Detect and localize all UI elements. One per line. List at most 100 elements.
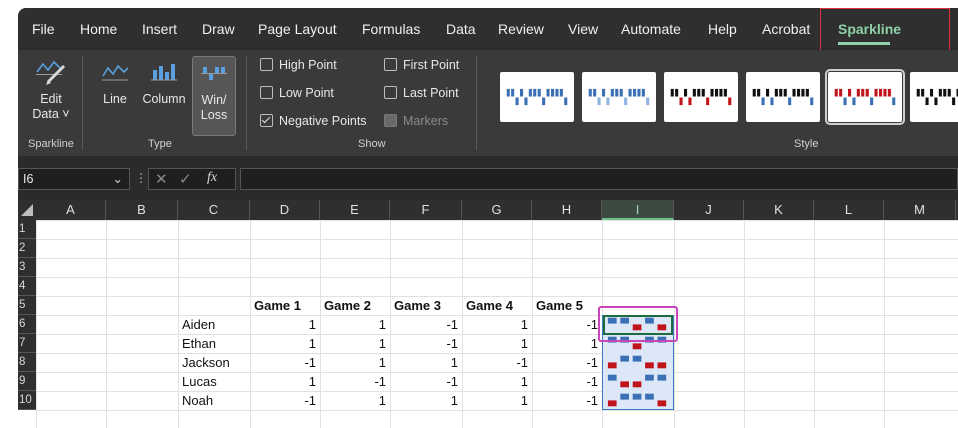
sparkline-loss-bar [810, 97, 814, 106]
column-header-j[interactable]: J [674, 200, 744, 220]
menu-view[interactable]: View [568, 21, 598, 37]
column-header-g[interactable]: G [462, 200, 532, 220]
name-box-value: I6 [23, 172, 34, 186]
sparkline-cell[interactable] [606, 374, 668, 391]
menu-data[interactable]: Data [446, 21, 476, 37]
row-header-7[interactable]: 7 [18, 334, 36, 353]
score-cell[interactable]: 1 [250, 315, 320, 334]
column-header-e[interactable]: E [320, 200, 390, 220]
column-header-c[interactable]: C [178, 200, 250, 220]
row-header-1[interactable]: 1 [18, 220, 36, 239]
score-cell[interactable]: 1 [250, 372, 320, 391]
menu-automate[interactable]: Automate [621, 21, 681, 37]
sparkline-style-tile[interactable] [500, 72, 574, 122]
menu-draw[interactable]: Draw [202, 21, 235, 37]
menu-review[interactable]: Review [498, 21, 544, 37]
row-header-2[interactable]: 2 [18, 239, 36, 258]
score-cell[interactable]: 1 [390, 391, 462, 410]
sparkline-style-tile[interactable] [582, 72, 656, 122]
score-cell[interactable]: -1 [532, 315, 602, 334]
menu-home[interactable]: Home [80, 21, 117, 37]
sparkline-style-tile[interactable] [746, 72, 820, 122]
score-cell[interactable]: -1 [532, 372, 602, 391]
score-cell[interactable]: -1 [250, 353, 320, 372]
sparkline-cell[interactable] [606, 355, 668, 372]
player-name-cell[interactable]: Noah [182, 391, 250, 410]
low-point-checkbox[interactable]: Low Point [260, 86, 334, 100]
menu-acrobat[interactable]: Acrobat [762, 21, 810, 37]
row-header-5[interactable]: 5 [18, 296, 36, 315]
menu-page-layout[interactable]: Page Layout [258, 21, 337, 37]
game-header-cell[interactable]: Game 3 [394, 296, 462, 315]
menu-file[interactable]: File [32, 21, 55, 37]
player-name-cell[interactable]: Jackson [182, 353, 250, 372]
chevron-down-icon[interactable]: ⌄ [113, 169, 123, 189]
score-cell[interactable]: 1 [462, 372, 532, 391]
game-header-cell[interactable]: Game 4 [466, 296, 532, 315]
spreadsheet-grid[interactable]: ABCDEFGHIJKLM 1 2 3 4 5 6 7 8 9 10 Game 1 Game 2 Gam… [18, 200, 958, 428]
sparkline-cell[interactable] [606, 393, 668, 410]
first-point-checkbox[interactable]: First Point [384, 58, 459, 72]
line-type-button[interactable]: Line [98, 58, 132, 107]
column-header-i[interactable]: I [602, 200, 674, 220]
confirm-icon[interactable]: ✓ [179, 170, 192, 188]
row-header-4[interactable]: 4 [18, 277, 36, 296]
score-cell[interactable]: 1 [320, 391, 390, 410]
select-all-icon[interactable] [20, 203, 34, 217]
high-point-checkbox[interactable]: High Point [260, 58, 337, 72]
score-cell[interactable]: 1 [320, 315, 390, 334]
row-header-9[interactable]: 9 [18, 372, 36, 391]
score-cell[interactable]: -1 [390, 315, 462, 334]
game-header-cell[interactable]: Game 5 [536, 296, 602, 315]
winloss-type-button[interactable]: Win/ Loss [192, 56, 236, 136]
negative-points-checkbox[interactable]: Negative Points [260, 114, 367, 128]
column-type-button[interactable]: Column [140, 58, 188, 107]
score-cell[interactable]: -1 [532, 353, 602, 372]
score-cell[interactable]: 1 [320, 353, 390, 372]
column-header-d[interactable]: D [250, 200, 320, 220]
row-header-8[interactable]: 8 [18, 353, 36, 372]
score-cell[interactable]: 1 [462, 391, 532, 410]
score-cell[interactable]: 1 [320, 334, 390, 353]
score-cell[interactable]: -1 [320, 372, 390, 391]
score-cell[interactable]: -1 [532, 391, 602, 410]
edit-data-button[interactable]: Edit Data ˅ [26, 58, 76, 122]
sparkline-style-tile[interactable] [910, 72, 958, 122]
sparkline-style-tile[interactable] [825, 69, 905, 125]
score-cell[interactable]: -1 [462, 353, 532, 372]
column-header-l[interactable]: L [814, 200, 884, 220]
player-name-cell[interactable]: Aiden [182, 315, 250, 334]
score-cell[interactable]: -1 [390, 334, 462, 353]
menu-help[interactable]: Help [708, 21, 737, 37]
name-box[interactable]: I6 ⌄ [18, 168, 130, 190]
player-name-cell[interactable]: Lucas [182, 372, 250, 391]
style-preview-icon [670, 88, 732, 106]
last-point-checkbox[interactable]: Last Point [384, 86, 459, 100]
player-name-cell[interactable]: Ethan [182, 334, 250, 353]
game-header-cell[interactable]: Game 1 [254, 296, 320, 315]
score-cell[interactable]: 1 [462, 334, 532, 353]
cancel-icon[interactable]: ✕ [155, 170, 168, 188]
row-header-6[interactable]: 6 [18, 315, 36, 334]
score-cell[interactable]: -1 [390, 372, 462, 391]
score-cell[interactable]: 1 [250, 334, 320, 353]
score-cell[interactable]: 1 [532, 334, 602, 353]
game-header-cell[interactable]: Game 2 [324, 296, 390, 315]
score-cell[interactable]: 1 [462, 315, 532, 334]
sparkline-style-tile[interactable] [664, 72, 738, 122]
row-header-10[interactable]: 10 [18, 391, 36, 410]
column-header-f[interactable]: F [390, 200, 462, 220]
score-cell[interactable]: 1 [390, 353, 462, 372]
menu-insert[interactable]: Insert [142, 21, 177, 37]
column-header-a[interactable]: A [36, 200, 106, 220]
column-header-b[interactable]: B [106, 200, 178, 220]
insert-function-icon[interactable]: fx [207, 170, 217, 186]
more-options-icon[interactable]: ⋮ [135, 171, 147, 185]
row-header-3[interactable]: 3 [18, 258, 36, 277]
formula-input[interactable] [240, 168, 958, 190]
column-header-k[interactable]: K [744, 200, 814, 220]
column-header-m[interactable]: M [884, 200, 956, 220]
column-header-h[interactable]: H [532, 200, 602, 220]
menu-formulas[interactable]: Formulas [362, 21, 420, 37]
score-cell[interactable]: -1 [250, 391, 320, 410]
